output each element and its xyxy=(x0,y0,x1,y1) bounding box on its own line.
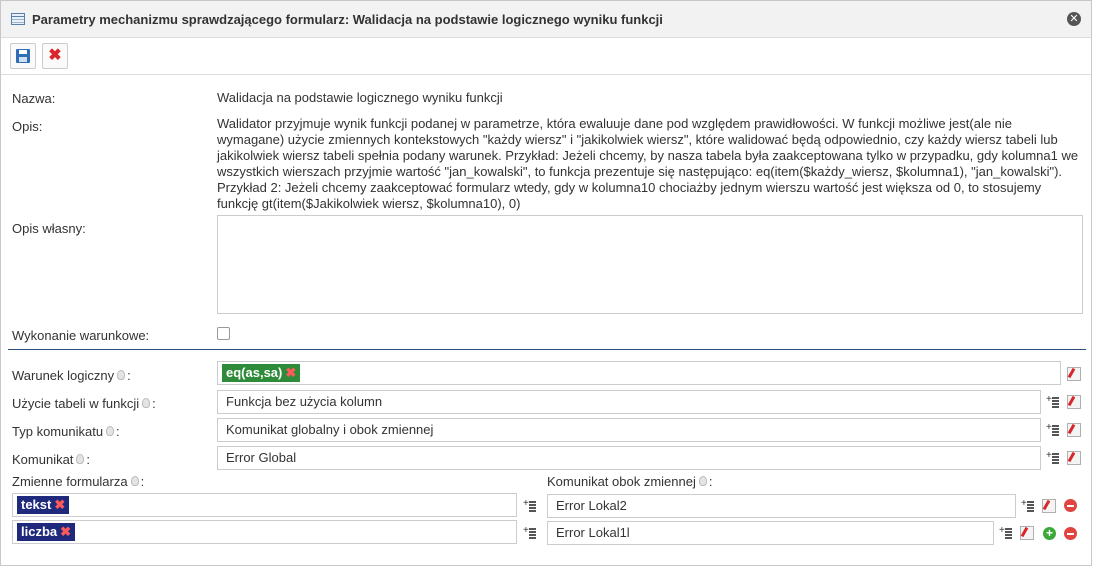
condition-tag-text: eq(as,sa) xyxy=(226,365,283,380)
save-button[interactable] xyxy=(10,43,36,69)
separator xyxy=(8,349,1086,350)
uzycie-label: Użycie tabeli w funkcji: xyxy=(12,396,156,411)
hint-icon[interactable] xyxy=(76,454,85,464)
typ-colon: : xyxy=(116,424,120,439)
zmienne-colon: : xyxy=(140,474,145,489)
hint-icon[interactable] xyxy=(117,370,126,380)
variable-field[interactable]: liczba ✖ xyxy=(12,520,517,544)
komunikat-obok-colon: : xyxy=(708,474,713,489)
remove-tag-icon[interactable]: ✖ xyxy=(60,524,71,539)
komunikat-obok-label: Komunikat obok zmiennej: xyxy=(547,474,712,489)
list-select-icon[interactable] xyxy=(1046,394,1060,408)
message-field[interactable]: Error Lokal2 xyxy=(547,494,1016,518)
komunikat-obok-label-text: Komunikat obok zmiennej xyxy=(547,474,696,489)
add-row-icon[interactable]: + xyxy=(1043,527,1056,540)
nazwa-value: Walidacja na podstawie logicznego wyniku… xyxy=(217,90,503,105)
function-editor-icon[interactable] xyxy=(1067,395,1081,409)
variable-tag-text: liczba xyxy=(21,524,58,539)
list-select-icon[interactable] xyxy=(999,525,1013,539)
uzycie-field[interactable]: Funkcja bez użycia kolumn xyxy=(217,390,1041,414)
list-select-icon[interactable] xyxy=(523,498,537,512)
variable-tag: liczba ✖ xyxy=(17,523,76,541)
opis-value: Walidator przyjmuje wynik funkcji podane… xyxy=(217,116,1079,211)
nazwa-label: Nazwa: xyxy=(12,91,56,106)
variable-tag-text: tekst xyxy=(21,497,52,512)
hint-icon[interactable] xyxy=(698,476,707,486)
close-icon[interactable]: ✕ xyxy=(1067,12,1081,26)
komunikat-label: Komunikat: xyxy=(12,452,90,467)
typ-label-text: Typ komunikatu xyxy=(12,424,104,439)
function-editor-icon[interactable] xyxy=(1042,499,1056,513)
komunikat-label-text: Komunikat xyxy=(12,452,74,467)
hint-icon[interactable] xyxy=(130,476,139,486)
function-editor-icon[interactable] xyxy=(1067,451,1081,465)
variable-field[interactable]: tekst ✖ xyxy=(12,493,517,517)
save-icon xyxy=(16,49,30,63)
cancel-button[interactable]: ✖ xyxy=(42,43,68,69)
wykonanie-checkbox[interactable] xyxy=(217,327,230,340)
warunek-field[interactable]: eq(as,sa) ✖ xyxy=(217,361,1061,385)
hint-icon[interactable] xyxy=(142,398,151,408)
message-field[interactable]: Error Lokal1l xyxy=(547,521,994,545)
remove-tag-icon[interactable]: ✖ xyxy=(285,365,296,380)
uzycie-label-text: Użycie tabeli w funkcji xyxy=(12,396,140,411)
list-select-icon[interactable] xyxy=(1046,422,1060,436)
list-select-icon[interactable] xyxy=(523,525,537,539)
toolbar: ✖ xyxy=(1,38,1091,75)
typ-field[interactable]: Komunikat globalny i obok zmiennej xyxy=(217,418,1041,442)
warunek-colon: : xyxy=(127,368,131,383)
cancel-icon: ✖ xyxy=(48,47,62,64)
function-editor-icon[interactable] xyxy=(1067,423,1081,437)
opis-wlasny-label: Opis własny: xyxy=(12,221,86,236)
opis-wlasny-textarea[interactable] xyxy=(217,215,1083,314)
remove-row-icon[interactable] xyxy=(1064,499,1077,512)
variable-tag: tekst ✖ xyxy=(17,496,70,514)
opis-label: Opis: xyxy=(12,119,43,134)
list-select-icon[interactable] xyxy=(1021,498,1035,512)
remove-tag-icon[interactable]: ✖ xyxy=(54,497,65,512)
hint-icon[interactable] xyxy=(106,426,115,436)
zmienne-label: Zmienne formularza: xyxy=(12,474,144,489)
uzycie-colon: : xyxy=(152,396,156,411)
dialog-title: Parametry mechanizmu sprawdzającego form… xyxy=(32,11,663,27)
function-editor-icon[interactable] xyxy=(1020,526,1034,540)
komunikat-field[interactable]: Error Global xyxy=(217,446,1041,470)
wykonanie-label: Wykonanie warunkowe: xyxy=(12,328,150,343)
list-select-icon[interactable] xyxy=(1046,450,1060,464)
dialog-titlebar: Parametry mechanizmu sprawdzającego form… xyxy=(1,1,1091,38)
warunek-label-text: Warunek logiczny xyxy=(12,368,115,383)
table-icon xyxy=(11,13,25,25)
function-editor-icon[interactable] xyxy=(1067,367,1081,381)
remove-row-icon[interactable] xyxy=(1064,527,1077,540)
zmienne-label-text: Zmienne formularza xyxy=(12,474,128,489)
komunikat-colon: : xyxy=(86,452,91,467)
condition-tag: eq(as,sa) ✖ xyxy=(222,364,301,382)
warunek-label: Warunek logiczny: xyxy=(12,368,131,383)
typ-label: Typ komunikatu: xyxy=(12,424,120,439)
